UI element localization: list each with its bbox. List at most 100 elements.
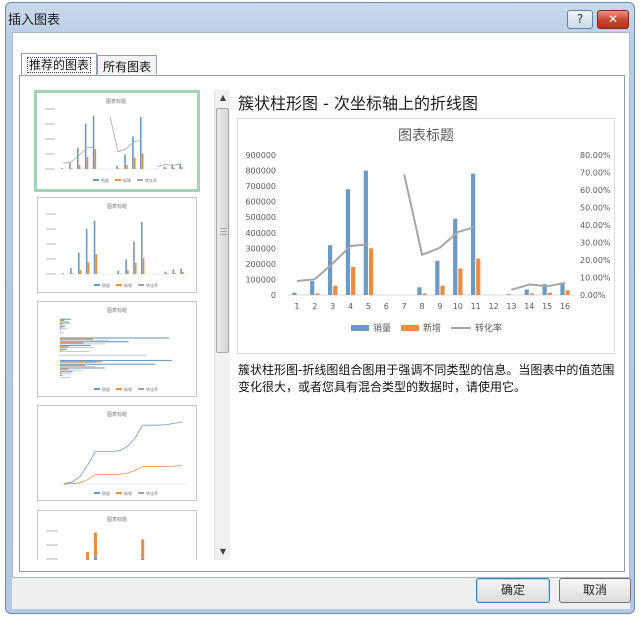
thumbnail-bar-sales: [69, 163, 71, 169]
thumbnail-bar-new: [60, 342, 84, 344]
scrollbar-thumb[interactable]: — — —: [216, 108, 229, 353]
x-tick-label: 12: [488, 302, 498, 311]
bar-sales: [435, 260, 440, 295]
insert-chart-dialog: 插入图表 ? ✕ 推荐的图表 所有图表 图表标题 销量 新增 转化率 图表标题 销量 新增…: [5, 2, 635, 614]
chart-thumbnail-list: 图表标题 销量 新增 转化率 图表标题 销量 新增 转化率 图表标题 销量 新增 转化率 图表标题…: [33, 90, 213, 560]
legend-label-sales: 销量: [373, 322, 391, 334]
thumbnail-bar-new: [60, 338, 93, 340]
bar-sales: [310, 281, 315, 295]
thumbnail-bar-sales: [93, 556, 97, 560]
close-button[interactable]: ✕: [597, 10, 629, 29]
x-tick-label: 14: [524, 302, 534, 311]
thumbnail-horizontal-bar-chart[interactable]: 图表标题 销量 新增 转化率: [37, 301, 197, 397]
bar-new: [440, 285, 445, 295]
bar-sales: [453, 218, 458, 295]
thumbnail-bar-sales: [62, 273, 64, 274]
thumbnail-bar-new: [127, 270, 129, 274]
thumbnail-legend-label: 销量: [102, 282, 110, 288]
x-tick-label: 4: [348, 302, 353, 311]
thumbnail-bar-new: [142, 258, 145, 274]
thumbnail-stacked-bar-chart[interactable]: 图表标题: [37, 510, 197, 560]
thumbnail-title: 图表标题: [107, 411, 127, 418]
scroll-down-arrow-icon[interactable]: ▼: [218, 547, 228, 557]
cancel-button[interactable]: 取消: [559, 578, 631, 603]
y2-tick-label: 70.00%: [580, 169, 611, 178]
thumbnail-legend-swatch: [116, 284, 122, 286]
bar-sales: [417, 287, 422, 295]
legend-label-new: 新增: [423, 322, 441, 334]
thumbnail-bar-sales: [92, 115, 95, 169]
thumbnail-clustered-bar-chart[interactable]: 图表标题 销量 新增 转化率: [37, 197, 197, 293]
chart-title: 图表标题: [398, 128, 454, 144]
thumbnail-bar-sales: [132, 136, 134, 169]
y-tick-label: 800000: [245, 167, 276, 176]
thumbnail-line-rate: [109, 117, 142, 153]
tab-label: 推荐的图表: [27, 57, 92, 73]
help-button[interactable]: ?: [567, 10, 593, 29]
bar-sales: [345, 189, 351, 295]
thumbnail-legend-label: 新增: [124, 490, 132, 496]
scroll-up-arrow-icon[interactable]: ▲: [218, 93, 228, 103]
thumbnail-combo-chart[interactable]: 图表标题 销量 新增 转化率: [34, 90, 200, 192]
thumbnail-bar-rate: [60, 328, 68, 330]
tab-recommended-charts[interactable]: 推荐的图表: [21, 53, 98, 75]
thumbnail-bar-new: [134, 262, 137, 274]
thumbnail-bar-new: [71, 273, 74, 274]
y-tick-label: 400000: [245, 229, 276, 238]
thumbnail-bar-rate: [60, 347, 95, 348]
tab-label: 所有图表: [103, 60, 152, 74]
thumbnail-bar-new: [70, 168, 73, 169]
bar-new: [458, 268, 463, 295]
x-tick-label: 11: [471, 302, 481, 311]
thumbnail-bar-new: [118, 168, 120, 169]
thumbnail-bar-new: [60, 346, 69, 348]
thumbnail-bar-rate: [60, 354, 147, 356]
x-tick-label: 9: [437, 302, 442, 311]
thumbnail-chart: 图表标题销量 新增 转化率: [60, 411, 186, 496]
thumbnail-bar-new: [173, 168, 175, 169]
y2-tick-label: 10.00%: [580, 274, 611, 283]
tab-all-charts[interactable]: 所有图表: [97, 55, 158, 74]
ok-button[interactable]: 确定: [476, 578, 550, 603]
legend-label-rate: 转化率: [475, 322, 502, 334]
chart-description: 簇状柱形图-折线图组合图用于强调不同类型的信息。当图表中的值范围变化很大，或者您…: [238, 363, 615, 394]
thumbnail-bar-sales: [139, 117, 142, 169]
y2-tick-label: 60.00%: [580, 186, 611, 195]
thumbnail-line-rate: [157, 163, 182, 168]
bar-new: [476, 258, 481, 295]
thumbnail-bar-sales: [180, 268, 182, 274]
thumbnail-legend-swatch: [138, 284, 144, 286]
dialog-footer: 确定 取消: [12, 578, 631, 609]
thumbnail-scrollbar[interactable]: ▲ — — — ▼: [214, 90, 230, 560]
preview-chart: 图表标题 0 100000 200000 300000 400000 500000 60000…: [245, 128, 611, 334]
thumbnail-line-chart[interactable]: 图表标题 销量 新增 转化率: [37, 405, 197, 501]
x-tick-label: 13: [506, 302, 516, 311]
x-tick-label: 1: [294, 302, 299, 311]
thumbnail-bar-rate: [60, 324, 67, 326]
thumbnail-bar-sales: [60, 322, 70, 324]
thumbnail-bar-new: [87, 262, 90, 274]
thumbnail-bar-rate: [60, 343, 106, 345]
dialog-title: 插入图表: [8, 13, 61, 28]
line-rate: [403, 174, 476, 257]
thumbnail-bar-sales: [140, 222, 143, 274]
thumbnail-title: 图表标题: [107, 516, 127, 523]
x-tick-label: 5: [366, 302, 371, 311]
thumbnail-bar-sales: [164, 271, 167, 274]
thumbnail-bar-new: [60, 368, 69, 370]
bar-new: [547, 292, 552, 295]
y2-tick-label: 30.00%: [580, 239, 611, 248]
thumbnail-bar-sales: [61, 168, 63, 169]
x-tick-label: 6: [384, 302, 389, 311]
thumbnail-bar-sales: [60, 344, 91, 347]
y-tick-label: 900000: [245, 151, 276, 160]
x-tick-label: 15: [542, 302, 552, 311]
thumbnail-bar-sales: [60, 374, 63, 377]
thumbnail-legend-swatch: [138, 492, 144, 494]
bar-new: [351, 267, 356, 295]
x-tick-label: 8: [420, 302, 425, 311]
chart-type-title: 簇状柱形图 - 次坐标轴上的折线图: [238, 94, 478, 113]
bar-sales: [363, 170, 368, 295]
thumbnail-legend-label: 销量: [102, 386, 110, 392]
x-tick-label: 16: [560, 302, 570, 311]
